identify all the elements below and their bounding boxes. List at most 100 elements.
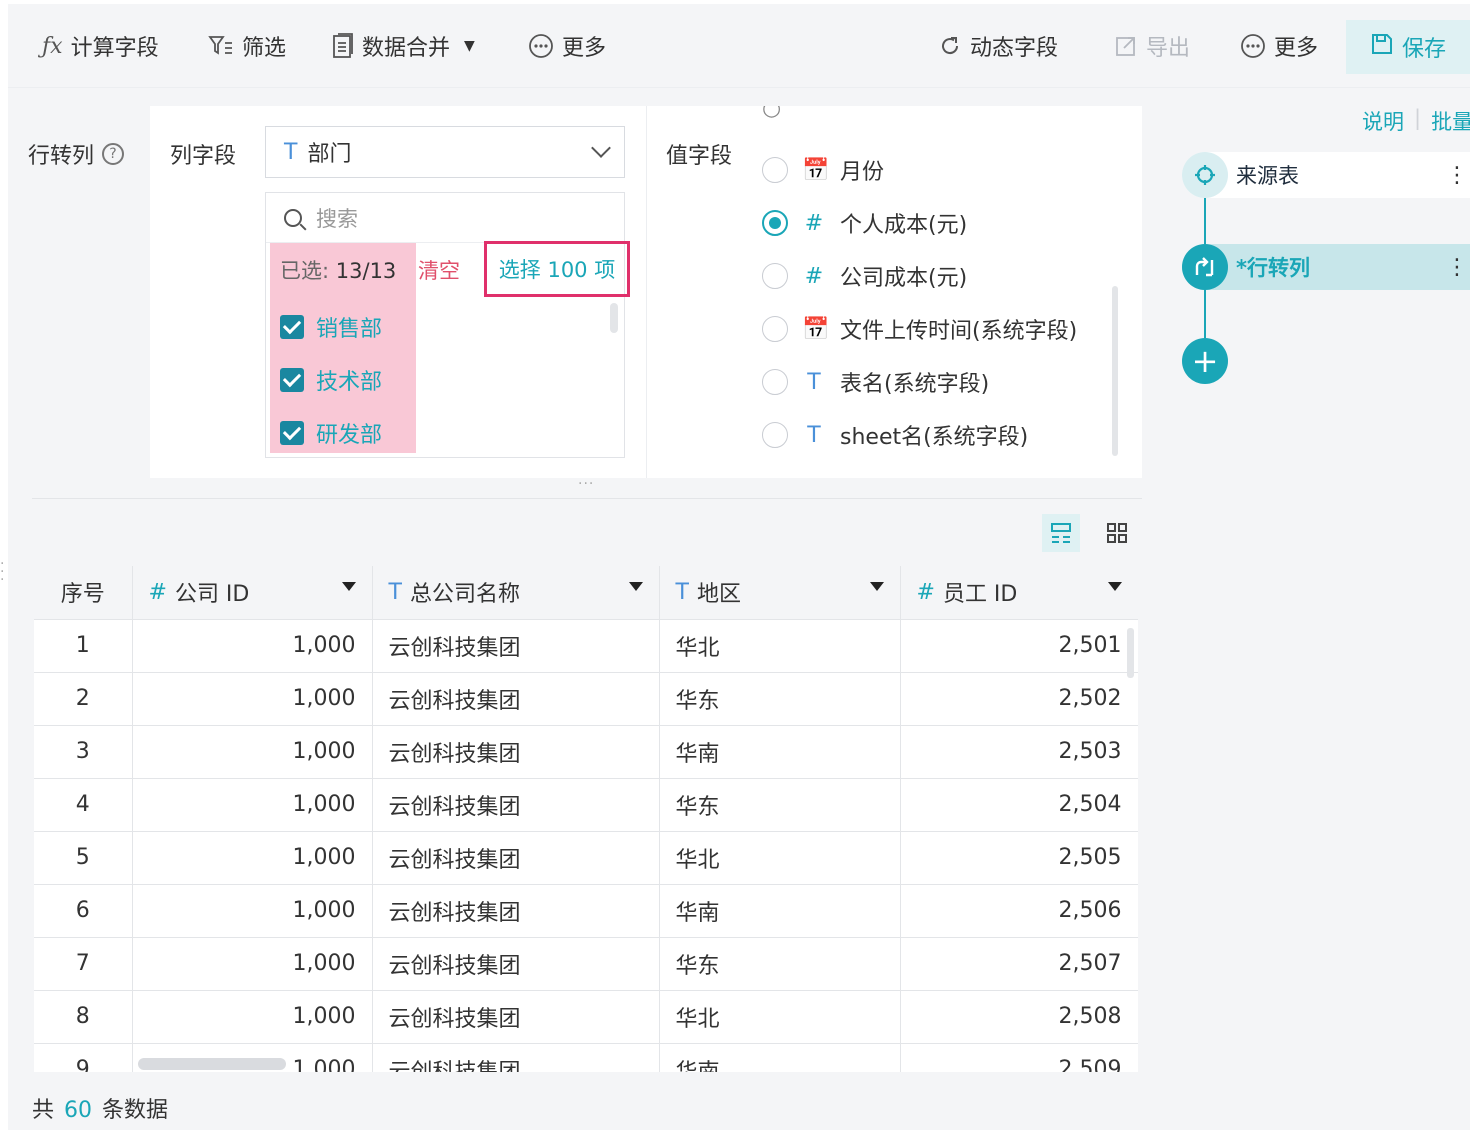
dropdown-scrollbar[interactable]	[610, 303, 618, 333]
select-100-link[interactable]: 选择 100 项	[484, 241, 630, 297]
value-option[interactable]: 📅 文件上传时间(系统字段)	[762, 313, 1077, 345]
checkbox-item[interactable]: 技术部	[280, 364, 382, 396]
clipped-option: ○	[762, 106, 782, 121]
chevron-down-icon	[591, 138, 611, 158]
table-row[interactable]: 4 1,000 云创科技集团 华东 2,504	[34, 778, 1138, 832]
checkbox-checked-icon[interactable]	[280, 315, 304, 339]
help-icon[interactable]: ?	[102, 143, 125, 165]
help-link[interactable]: 说明	[1362, 106, 1404, 136]
table-cell: 2,502	[900, 672, 1138, 726]
value-option[interactable]: 📅 月份	[762, 154, 884, 186]
caret-down-icon[interactable]	[1107, 582, 1122, 592]
table-cell: 1,000	[132, 990, 373, 1044]
plus-icon: +	[1191, 342, 1219, 380]
caret-down-icon: ▼	[464, 38, 475, 54]
column-header[interactable]: # 公司 ID	[132, 566, 373, 620]
table-horizontal-scrollbar[interactable]	[138, 1058, 286, 1070]
value-list-scrollbar[interactable]	[1112, 286, 1118, 456]
table-row[interactable]: 5 1,000 云创科技集团 华北 2,505	[34, 831, 1138, 885]
more-left-button[interactable]: 更多	[528, 28, 606, 64]
grid-view-button[interactable]	[1098, 514, 1136, 552]
section-divider	[32, 498, 1142, 499]
add-step-button[interactable]: +	[1182, 338, 1228, 384]
filter-button[interactable]: 筛选	[208, 28, 286, 64]
more-circle-icon	[528, 33, 554, 59]
radio-button[interactable]	[762, 316, 788, 342]
text-type-icon: T	[675, 579, 689, 605]
radio-button[interactable]	[762, 263, 788, 289]
number-type-icon: #	[804, 210, 824, 236]
radio-button[interactable]	[762, 157, 788, 183]
selected-count: 已选: 13/13	[280, 259, 397, 283]
table-row[interactable]: 2 1,000 云创科技集团 华东 2,502	[34, 672, 1138, 726]
node-menu-icon[interactable]: ⋮	[1442, 255, 1470, 280]
main-area: 行转列 ? 列字段 T 部门 搜索 已选: 13/13 清空 选择 100 项 …	[8, 88, 1162, 1130]
list-view-button[interactable]	[1042, 514, 1080, 552]
table-vertical-scrollbar[interactable]	[1127, 628, 1134, 678]
app-window: ƒx 计算字段 筛选 数据合并 ▼ 更多 动态字段 导出 更多 保存 行转列 ?…	[0, 0, 1470, 1130]
table-cell: 华东	[659, 778, 901, 832]
table-cell: 华南	[659, 725, 901, 779]
more-right-button[interactable]: 更多	[1240, 28, 1318, 64]
clear-link[interactable]: 清空	[418, 255, 460, 285]
table-cell: 1,000	[132, 831, 373, 885]
right-panel: 说明 | 批量 来源表 ⋮ *行转列 ⋮ +	[1162, 88, 1470, 1130]
batch-link[interactable]: 批量	[1431, 106, 1470, 136]
table-row[interactable]: 3 1,000 云创科技集团 华南 2,503	[34, 725, 1138, 779]
value-option[interactable]: T 表名(系统字段)	[762, 366, 989, 398]
fx-icon: ƒx	[42, 33, 63, 59]
radio-button-selected[interactable]	[762, 210, 788, 236]
flow-node-source[interactable]: 来源表 ⋮	[1182, 152, 1470, 198]
value-option[interactable]: T sheet名(系统字段)	[762, 419, 1028, 451]
column-field-label: 列字段	[170, 144, 237, 169]
text-type-icon: T	[807, 369, 821, 395]
table-row[interactable]: 7 1,000 云创科技集团 华东 2,507	[34, 937, 1138, 991]
export-button[interactable]: 导出	[1114, 28, 1190, 64]
radio-button[interactable]	[762, 369, 788, 395]
calc-field-button[interactable]: ƒx 计算字段	[42, 28, 159, 64]
radio-button[interactable]	[762, 422, 788, 448]
table-cell: 华东	[659, 672, 901, 726]
value-option[interactable]: # 个人成本(元)	[762, 207, 967, 239]
table-row[interactable]: 6 1,000 云创科技集团 华南 2,506	[34, 884, 1138, 938]
table-cell: 2,508	[900, 990, 1138, 1044]
checkbox-checked-icon[interactable]	[280, 368, 304, 392]
table-cell: 华北	[659, 831, 901, 885]
caret-down-icon[interactable]	[341, 582, 356, 592]
caret-down-icon[interactable]	[869, 582, 884, 592]
table-cell: 1,000	[132, 884, 373, 938]
table-cell: 5	[34, 831, 133, 885]
table-cell: 云创科技集团	[372, 1043, 660, 1072]
filter-icon	[208, 34, 234, 58]
table-cell: 3	[34, 725, 133, 779]
date-type-icon: 📅	[802, 316, 830, 342]
checkbox-checked-icon[interactable]	[280, 421, 304, 445]
column-header[interactable]: T 总公司名称	[372, 566, 660, 620]
date-type-icon: 📅	[802, 157, 830, 183]
node-menu-icon[interactable]: ⋮	[1442, 163, 1470, 188]
table-row[interactable]: 8 1,000 云创科技集团 华北 2,508	[34, 990, 1138, 1044]
checkbox-item[interactable]: 研发部	[280, 417, 382, 449]
checkbox-item[interactable]: 销售部	[280, 311, 382, 343]
text-type-icon: T	[388, 579, 402, 605]
table-cell: 1,000	[132, 778, 373, 832]
column-header[interactable]: 序号	[34, 566, 133, 620]
dynamic-field-button[interactable]: 动态字段	[938, 28, 1058, 64]
value-option[interactable]: # 公司成本(元)	[762, 260, 967, 292]
toolbar: ƒx 计算字段 筛选 数据合并 ▼ 更多 动态字段 导出 更多 保存	[8, 4, 1470, 88]
search-input[interactable]: 搜索	[266, 193, 624, 243]
more-circle-icon	[1240, 33, 1266, 59]
save-button[interactable]: 保存	[1346, 20, 1470, 74]
column-field-select[interactable]: T 部门	[265, 126, 625, 178]
panel-links: 说明 | 批量	[1362, 106, 1470, 136]
table-cell: 2,506	[900, 884, 1138, 938]
refresh-icon	[938, 34, 962, 58]
splitter-handle[interactable]: ···	[578, 476, 594, 492]
caret-down-icon[interactable]	[628, 582, 643, 592]
column-header[interactable]: T 地区	[659, 566, 901, 620]
side-splitter-handle[interactable]: · · ·	[0, 557, 4, 587]
table-row[interactable]: 1 1,000 云创科技集团 华北 2,501	[34, 619, 1138, 673]
column-header[interactable]: # 员工 ID	[900, 566, 1138, 620]
flow-node-pivot[interactable]: *行转列 ⋮	[1182, 244, 1470, 290]
merge-button[interactable]: 数据合并 ▼	[332, 28, 475, 64]
